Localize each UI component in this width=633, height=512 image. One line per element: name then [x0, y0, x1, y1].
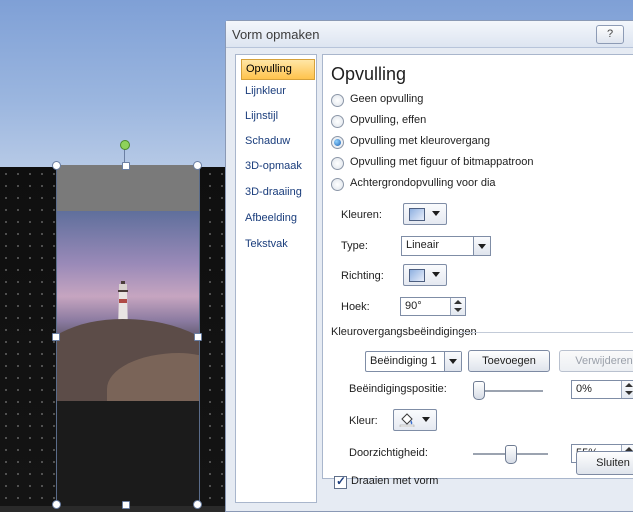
radio-label: Opvulling, effen: [350, 114, 427, 126]
direction-label: Richting:: [341, 270, 384, 282]
resize-handle-top-right[interactable]: [193, 161, 202, 170]
stop-select[interactable]: Beëindiging 1: [365, 351, 462, 372]
resize-handle-bottom[interactable]: [122, 501, 130, 509]
type-dropdown-button[interactable]: [473, 237, 490, 255]
dialog-titlebar[interactable]: Vorm opmaken ?: [226, 21, 633, 48]
type-select[interactable]: Lineair: [401, 236, 491, 256]
resize-handle-bottom-left[interactable]: [52, 500, 61, 509]
add-stop-button[interactable]: Toevoegen: [468, 350, 550, 372]
chevron-down-icon: [432, 272, 440, 277]
radio-label: Opvulling met figuur of bitmappatroon: [350, 156, 534, 168]
stops-group-label: Kleurovergangsbeëindigingen: [331, 326, 477, 338]
radio-label: Achtergrondopvulling voor dia: [350, 177, 496, 189]
stop-position-label: Beëindigingspositie:: [349, 383, 447, 395]
transparency-label: Doorzichtigheid:: [349, 447, 428, 459]
resize-handle-top-left[interactable]: [52, 161, 61, 170]
radio-button[interactable]: [331, 157, 344, 170]
nav-item-lijnkleur[interactable]: Lijnkleur: [241, 82, 313, 101]
nav-item-tekstvak[interactable]: Tekstvak: [241, 235, 313, 254]
angle-value[interactable]: 90°: [405, 300, 422, 312]
color-picker-button[interactable]: [393, 409, 437, 431]
radio-label: Geen opvulling: [350, 93, 424, 105]
colors-label: Kleuren:: [341, 209, 382, 221]
help-button[interactable]: ?: [596, 25, 624, 44]
rotation-handle[interactable]: [120, 140, 130, 150]
angle-spin-buttons[interactable]: [450, 298, 465, 315]
chevron-down-icon: [422, 417, 430, 422]
resize-handle-left[interactable]: [52, 333, 60, 341]
format-shape-dialog: Vorm opmaken ? Opvulling Lijnkleur Lijns…: [225, 20, 633, 512]
radio-button[interactable]: [331, 115, 344, 128]
type-label: Type:: [341, 240, 368, 252]
stop-position-thumb[interactable]: [473, 381, 485, 400]
nav-item-schaduw[interactable]: Schaduw: [241, 132, 313, 151]
stop-position-spinner[interactable]: 0%: [571, 380, 633, 399]
selected-shape[interactable]: [56, 165, 200, 506]
group-divider: [458, 332, 633, 333]
chevron-down-icon: [478, 244, 486, 249]
shape-picture: [57, 211, 199, 401]
close-button[interactable]: Sluiten: [576, 451, 633, 475]
preset-colors-button[interactable]: [403, 203, 447, 225]
remove-stop-button[interactable]: Verwijderen: [559, 350, 633, 372]
nav-item-3d-opmaak[interactable]: 3D-opmaak: [241, 157, 313, 176]
direction-swatch-icon: [409, 269, 425, 282]
radio-button-checked[interactable]: [331, 136, 344, 149]
stop-select-value: Beëindiging 1: [370, 355, 437, 367]
fill-panel: Opvulling Geen opvulling Opvulling, effe…: [322, 54, 633, 489]
angle-spinner[interactable]: 90°: [400, 297, 466, 316]
stop-position-spin-buttons[interactable]: [621, 381, 633, 398]
radio-button[interactable]: [331, 94, 344, 107]
nav-item-afbeelding[interactable]: Afbeelding: [241, 209, 313, 228]
type-value: Lineair: [406, 239, 440, 251]
resize-handle-right[interactable]: [194, 333, 202, 341]
resize-handle-top[interactable]: [122, 162, 130, 170]
direction-button[interactable]: [403, 264, 447, 286]
transparency-thumb[interactable]: [505, 445, 517, 464]
gradient-swatch-icon: [409, 208, 425, 221]
rotate-with-shape-checkbox[interactable]: [334, 474, 347, 489]
category-list: Opvulling Lijnkleur Lijnstijl Schaduw 3D…: [235, 54, 317, 503]
panel-title: Opvulling: [331, 64, 407, 84]
rotate-with-shape-label[interactable]: Draaien met vorm: [351, 475, 438, 487]
shape-gradient-top: [57, 165, 199, 211]
stop-position-value[interactable]: 0%: [576, 383, 592, 395]
angle-label: Hoek:: [341, 301, 370, 313]
nav-item-opvulling[interactable]: Opvulling: [241, 59, 315, 80]
color-label: Kleur:: [349, 415, 378, 427]
nav-item-lijnstijl[interactable]: Lijnstijl: [241, 107, 313, 126]
stop-dropdown-button[interactable]: [444, 352, 461, 371]
dialog-title: Vorm opmaken: [232, 27, 320, 42]
chevron-down-icon: [432, 211, 440, 216]
nav-item-3d-draaiing[interactable]: 3D-draaiing: [241, 183, 313, 202]
radio-button[interactable]: [331, 178, 344, 191]
resize-handle-bottom-right[interactable]: [193, 500, 202, 509]
radio-label: Opvulling met kleurovergang: [350, 135, 491, 147]
chevron-down-icon: [449, 359, 457, 364]
paint-bucket-icon: [399, 413, 415, 427]
